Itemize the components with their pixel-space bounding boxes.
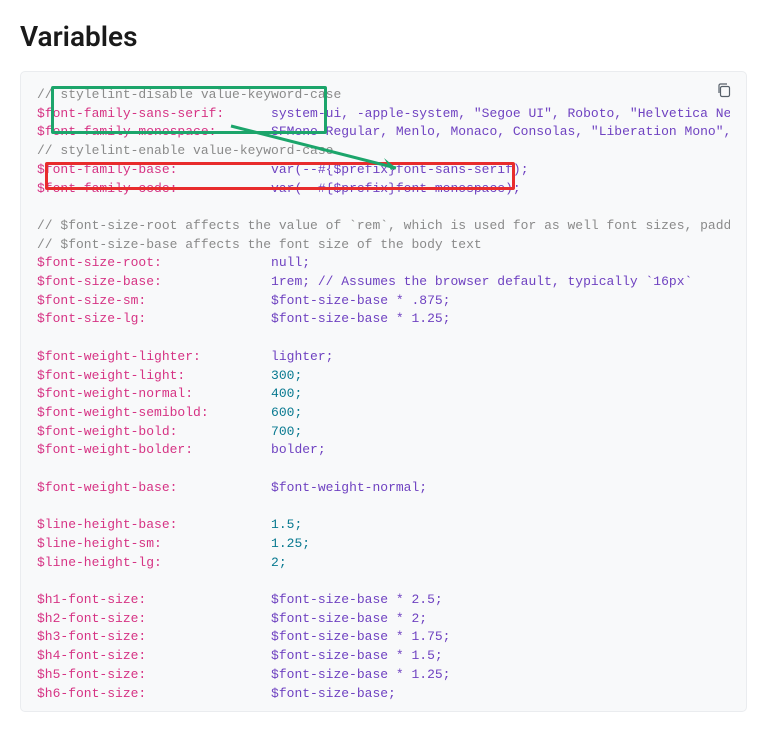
code-text: var(--#{$prefix}font-sans-serif); [177, 162, 528, 177]
code-text: lighter; [201, 349, 334, 364]
code-text: $font-weight-normal; [177, 480, 427, 495]
code-line: $font-size-root: [37, 255, 162, 270]
code-text: SFMono-Regular, Menlo, Monaco, Consolas,… [216, 124, 730, 139]
code-content: // stylelint-disable value-keyword-case … [37, 86, 730, 703]
code-line: $font-family-sans-serif: [37, 106, 224, 121]
page-title: Variables [20, 20, 747, 53]
code-text: var(--#{$prefix}font-monospace); [177, 181, 520, 196]
code-line: $font-weight-bold: [37, 424, 177, 439]
code-text: 700; [177, 424, 302, 439]
code-line: // $font-size-base affects the font size… [37, 237, 482, 252]
code-line: $font-weight-normal: [37, 386, 193, 401]
code-line: $font-size-sm: [37, 293, 146, 308]
code-text: $font-size-base * 1.25; [146, 667, 450, 682]
code-line: $font-weight-light: [37, 368, 185, 383]
code-line: $font-size-lg: [37, 311, 146, 326]
code-text: system-ui, -apple-system, "Segoe UI", Ro… [224, 106, 730, 121]
code-line: // $font-size-root affects the value of … [37, 218, 730, 233]
code-line: $h6-font-size: [37, 686, 146, 701]
code-text: 2; [162, 555, 287, 570]
code-line: $font-family-code: [37, 181, 177, 196]
code-line: $font-family-base: [37, 162, 177, 177]
code-text: $font-size-base * 1.5; [146, 648, 442, 663]
code-text: $font-size-base * 2.5; [146, 592, 442, 607]
code-text: 1.25; [162, 536, 310, 551]
code-text: 400; [193, 386, 302, 401]
code-text: $font-size-base * .875; [146, 293, 450, 308]
code-line: $font-family-monospace: [37, 124, 216, 139]
code-line: $h2-font-size: [37, 611, 146, 626]
code-line: $font-size-base: [37, 274, 162, 289]
code-line: $line-height-lg: [37, 555, 162, 570]
code-line: $line-height-base: [37, 517, 177, 532]
code-line: $h5-font-size: [37, 667, 146, 682]
copy-icon[interactable] [716, 82, 736, 102]
code-text: $font-size-base * 2; [146, 611, 427, 626]
code-block: // stylelint-disable value-keyword-case … [20, 71, 747, 712]
code-text: 600; [209, 405, 303, 420]
code-line: // stylelint-disable value-keyword-case [37, 87, 341, 102]
code-line: $h3-font-size: [37, 629, 146, 644]
code-line: $font-weight-base: [37, 480, 177, 495]
code-text: bolder; [193, 442, 326, 457]
code-line: $line-height-sm: [37, 536, 162, 551]
code-text: 1.5; [177, 517, 302, 532]
code-scroll[interactable]: // stylelint-disable value-keyword-case … [37, 86, 730, 703]
code-line: $font-weight-semibold: [37, 405, 209, 420]
code-text: null; [162, 255, 310, 270]
code-line: // stylelint-enable value-keyword-case [37, 143, 333, 158]
code-text: 300; [185, 368, 302, 383]
code-line: $h1-font-size: [37, 592, 146, 607]
code-text: $font-size-base * 1.25; [146, 311, 450, 326]
code-line: $font-weight-lighter: [37, 349, 201, 364]
code-text: 1rem; // Assumes the browser default, ty… [162, 274, 693, 289]
code-text: $font-size-base; [146, 686, 396, 701]
code-line: $font-weight-bolder: [37, 442, 193, 457]
code-text: $font-size-base * 1.75; [146, 629, 450, 644]
code-line: $h4-font-size: [37, 648, 146, 663]
